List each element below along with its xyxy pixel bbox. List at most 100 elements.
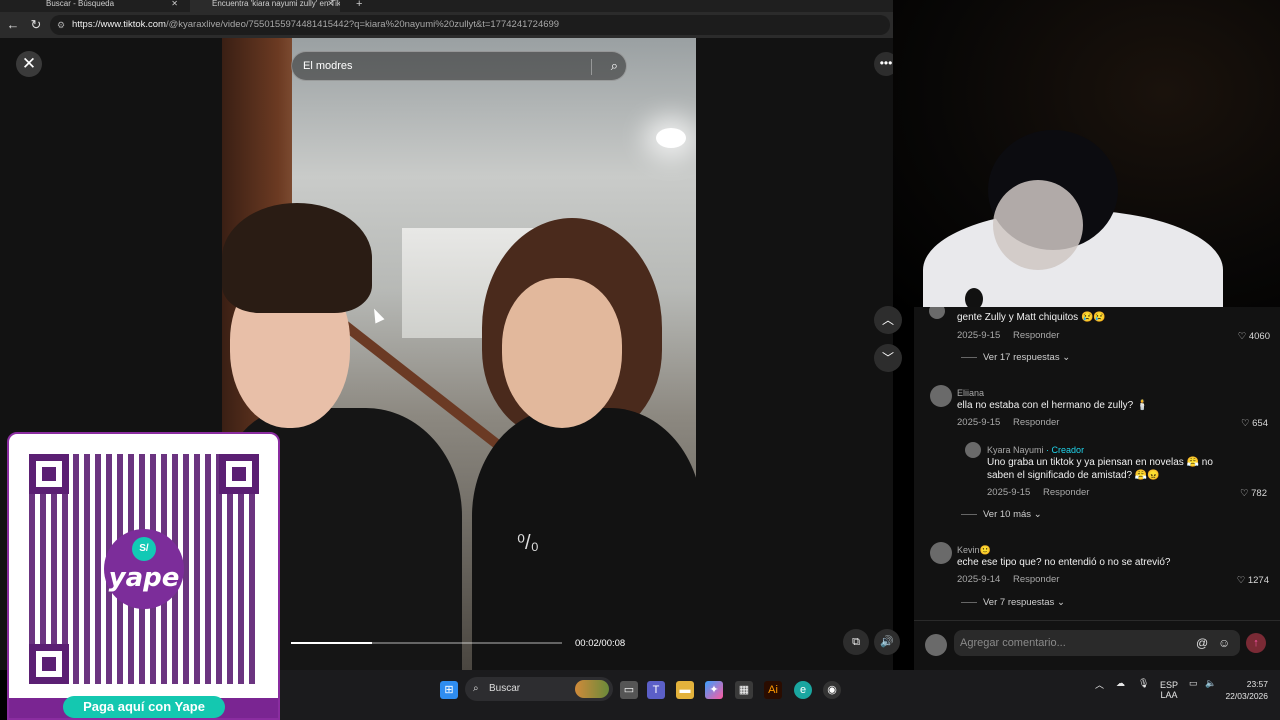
comment-text: Uno graba un tiktok y ya piensan en nove…: [987, 457, 1213, 468]
comments-panel: gente Zully y Matt chiquitos 😢😢 2025-9-1…: [914, 307, 1280, 620]
comment-date: 2025-9-15: [987, 487, 1031, 498]
avatar: [925, 634, 947, 656]
qr-finder: [29, 644, 69, 684]
video-person-hair: [222, 203, 372, 313]
chevron-down-icon[interactable]: ﹀: [874, 344, 902, 372]
reply-button[interactable]: Responder: [1043, 487, 1089, 498]
teams-icon[interactable]: T: [647, 681, 665, 699]
picture-in-picture-icon[interactable]: ⧉: [843, 629, 869, 655]
system-clock[interactable]: 23:57 22/03/2026: [1225, 678, 1268, 702]
shirt-logo: ⁰/₀: [517, 532, 539, 554]
taskbar-search[interactable]: ⌕ Buscar: [465, 677, 613, 701]
comment-text: gente Zully y Matt chiquitos 😢😢: [957, 312, 1106, 323]
like-button[interactable]: ♡ 1274: [1214, 575, 1269, 586]
tab-close-icon[interactable]: ✕: [327, 0, 334, 8]
avatar[interactable]: [930, 385, 952, 407]
comment-username[interactable]: Kevin🙂: [957, 545, 991, 556]
like-button[interactable]: ♡ 4060: [1214, 331, 1270, 342]
back-arrow-icon[interactable]: ←: [4, 16, 22, 34]
reply-button[interactable]: Responder: [1013, 574, 1059, 585]
send-icon[interactable]: ↑: [1246, 633, 1266, 653]
chevron-up-icon[interactable]: ︿: [874, 306, 902, 334]
emoji-icon[interactable]: ☺: [1218, 630, 1230, 656]
search-icon[interactable]: ⌕: [611, 52, 618, 80]
site-info-icon[interactable]: ⚙: [57, 15, 65, 35]
yape-pay-button: Paga aquí con Yape: [63, 696, 225, 718]
tab-label: Buscar - Búsqueda: [46, 0, 115, 8]
yape-logo: S/ yape: [104, 529, 184, 609]
volume-icon[interactable]: 🔊: [874, 629, 900, 655]
avatar[interactable]: [930, 542, 952, 564]
microphone-icon[interactable]: 🎙: [1138, 678, 1149, 689]
search-icon: ⌕: [473, 683, 479, 694]
taskbar-search-label: Buscar: [489, 683, 521, 694]
search-input[interactable]: El modres ⌕: [291, 51, 627, 81]
microphone-shape: [965, 288, 983, 307]
like-count: 4060: [1248, 331, 1270, 342]
video-person-face: [502, 278, 622, 428]
store-icon[interactable]: ▦: [735, 681, 753, 699]
video-progress-fill: [291, 642, 373, 644]
reply-button[interactable]: Responder: [1013, 330, 1059, 341]
view-replies-button[interactable]: Ver 7 respuestas ⌄: [961, 597, 1065, 608]
video-player[interactable]: ⁰/₀ El modres ⌕ 00:02/00:08: [222, 38, 696, 670]
view-more-button[interactable]: Ver 10 más ⌄: [961, 509, 1042, 520]
like-count: 782: [1251, 488, 1267, 499]
new-tab-icon[interactable]: +: [356, 0, 362, 10]
copilot-icon[interactable]: ✦: [705, 681, 723, 699]
file-explorer-icon[interactable]: ▬: [676, 681, 694, 699]
chrome-icon[interactable]: ◉: [823, 681, 841, 699]
video-progress-bar[interactable]: [291, 642, 562, 644]
tray-chevron-up-icon[interactable]: ︿: [1095, 678, 1104, 691]
reload-icon[interactable]: ↻: [27, 16, 45, 34]
mention-icon[interactable]: @: [1196, 630, 1208, 656]
view-more-label: Ver 10 más: [983, 509, 1032, 520]
windows-taskbar: ⊞ ⌕ Buscar ▭ T ▬ ✦ ▦ Ai e ◉ ︿ ☁ 🎙 ESP LA…: [280, 670, 1280, 720]
add-comment-bar: Agregar comentario... @ ☺ ↑: [914, 620, 1280, 670]
browser-tab[interactable]: Buscar - Búsqueda ✕: [24, 0, 184, 12]
language-code: ESP: [1160, 680, 1179, 690]
windows-start-icon[interactable]: ⊞: [440, 681, 458, 699]
address-bar[interactable]: ⚙ https://www.tiktok.com/@kyaraxlive/vid…: [50, 15, 890, 35]
language-indicator[interactable]: ESP LAA: [1160, 680, 1178, 700]
qr-finder: [29, 454, 69, 494]
close-icon[interactable]: ✕: [16, 51, 42, 77]
video-person-body: [472, 408, 696, 670]
comment-username[interactable]: Eliiana: [957, 388, 984, 398]
comment-input[interactable]: Agregar comentario... @ ☺: [954, 630, 1240, 656]
chevron-down-icon: ⌄: [1062, 352, 1071, 363]
video-timecode: 00:02/00:08: [575, 638, 626, 649]
yape-qr-card: S/ yape Paga aquí con Yape: [7, 432, 280, 720]
comment-date: 2025-9-14: [957, 574, 1001, 585]
edge-icon[interactable]: e: [794, 681, 812, 699]
browser-tabstrip: Buscar - Búsqueda ✕ Encuentra 'kiara nay…: [0, 0, 893, 12]
like-button[interactable]: ♡ 782: [1214, 488, 1267, 499]
comment-meta: 2025-9-15 Responder: [957, 330, 1059, 341]
network-icon[interactable]: ▭: [1189, 678, 1198, 689]
reply-button[interactable]: Responder: [1013, 417, 1059, 428]
view-replies-label: Ver 17 respuestas: [983, 352, 1060, 363]
illustrator-icon[interactable]: Ai: [764, 681, 782, 699]
chevron-down-icon: ⌄: [1056, 597, 1065, 608]
tab-close-icon[interactable]: ✕: [171, 0, 178, 8]
comment-meta: 2025-9-14 Responder: [957, 574, 1059, 585]
comment-text: ella no estaba con el hermano de zully? …: [957, 400, 1149, 411]
comment-username[interactable]: Kyara Nayumi · Creador: [987, 445, 1084, 455]
like-button[interactable]: ♡ 654: [1214, 418, 1268, 429]
clock-date: 22/03/2026: [1225, 691, 1268, 701]
tab-label: Encuentra 'kiara nayumi zully' en TikTok: [212, 0, 340, 8]
comment-meta: 2025-9-15 Responder: [987, 487, 1089, 498]
comment-text: eche ese tipo que? no entendió o no se a…: [957, 557, 1171, 568]
heart-icon: ♡: [1237, 331, 1247, 342]
avatar[interactable]: [929, 307, 945, 319]
comment-text: saben el significado de amistad? 😤😠: [987, 470, 1160, 481]
video-frame-light: [656, 128, 686, 148]
view-replies-button[interactable]: Ver 17 respuestas ⌄: [961, 352, 1070, 363]
volume-icon[interactable]: 🔈: [1205, 678, 1216, 689]
browser-tab-active[interactable]: Encuentra 'kiara nayumi zully' en TikTok…: [190, 0, 340, 12]
like-count: 1274: [1247, 575, 1269, 586]
avatar[interactable]: [965, 442, 981, 458]
onedrive-icon[interactable]: ☁: [1116, 678, 1125, 689]
task-view-icon[interactable]: ▭: [620, 681, 638, 699]
webcam-overlay: [893, 0, 1280, 307]
